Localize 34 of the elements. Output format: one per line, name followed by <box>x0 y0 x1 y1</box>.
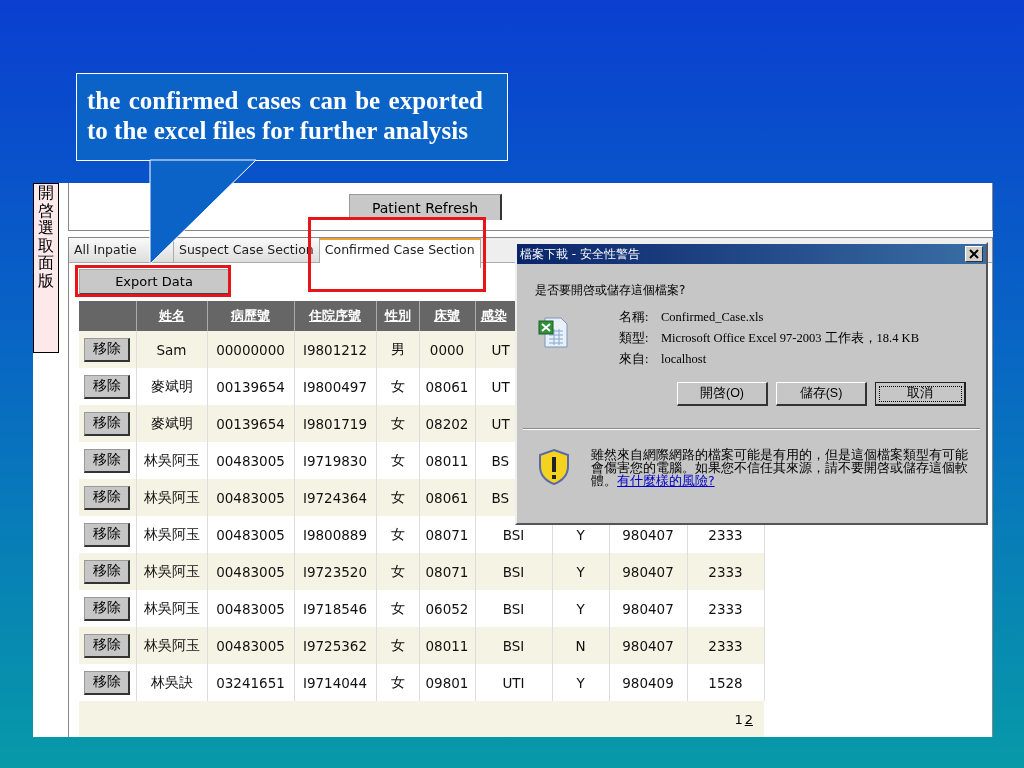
column-header[interactable]: 感染 <box>480 308 507 323</box>
remove-button[interactable]: 移除 <box>84 448 131 473</box>
remove-button[interactable]: 移除 <box>84 670 131 695</box>
field-label: 類型: <box>619 330 650 347</box>
dialog-button[interactable]: 儲存(S) <box>776 382 867 406</box>
remove-button[interactable]: 移除 <box>84 337 131 362</box>
dialog-button[interactable]: 取消 <box>875 382 966 406</box>
risk-link[interactable]: 有什麼樣的風險? <box>617 473 715 488</box>
patient-refresh-button[interactable]: Patient Refresh <box>349 194 502 220</box>
tab[interactable]: Confirmed Case Section <box>319 238 481 268</box>
page-link[interactable]: 2 <box>744 711 753 727</box>
column-header[interactable]: 姓名 <box>158 308 185 323</box>
side-panel-label[interactable]: 開啓選取面版 <box>33 183 59 353</box>
spreadsheet-file-icon <box>537 315 571 349</box>
dialog-title: 檔案下載 - 安全性警告 <box>520 245 640 263</box>
warning-text: 雖然來自網際網路的檔案可能是有用的，但是這個檔案類型有可能會傷害您的電腦。如果您不信任其來源，請不要開啓或儲存這個軟體。有什麼樣的風險? <box>591 448 969 487</box>
export-data-button[interactable]: Export Data <box>79 269 229 295</box>
field-value: localhost <box>661 352 707 366</box>
field-value: Microsoft Office Excel 97-2003 工作表，18.4 KB <box>661 331 919 345</box>
remove-button[interactable]: 移除 <box>84 374 131 399</box>
remove-button[interactable]: 移除 <box>84 596 131 621</box>
remove-button[interactable]: 移除 <box>84 633 131 658</box>
remove-button[interactable]: 移除 <box>84 559 131 584</box>
remove-button[interactable]: 移除 <box>84 522 131 547</box>
current-page: 1 <box>734 711 743 727</box>
dialog-button[interactable]: 開啓(O) <box>677 382 768 406</box>
remove-button[interactable]: 移除 <box>84 485 131 510</box>
field-label: 名稱: <box>619 309 650 326</box>
remove-button[interactable]: 移除 <box>84 411 131 436</box>
warning-shield-icon <box>537 448 571 486</box>
close-button[interactable] <box>965 246 983 262</box>
dialog-question: 是否要開啓或儲存這個檔案? <box>534 282 687 299</box>
field-value: Confirmed_Case.xls <box>661 310 764 324</box>
field-label: 來自: <box>619 351 650 368</box>
